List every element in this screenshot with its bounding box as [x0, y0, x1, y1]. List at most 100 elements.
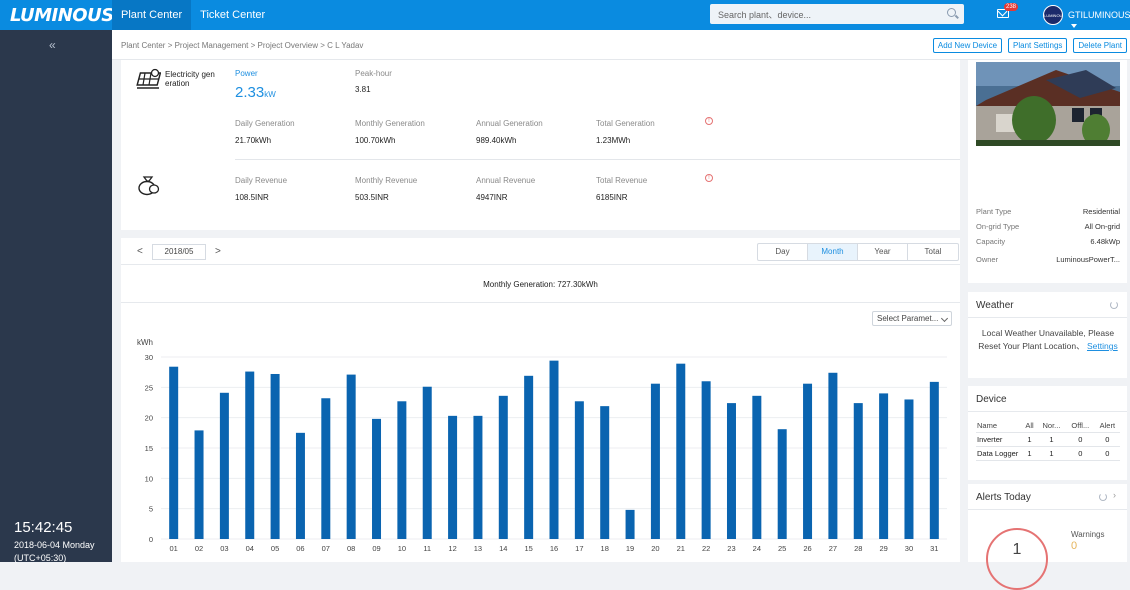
- avatar[interactable]: LUMINOUS Silver: [1043, 5, 1063, 25]
- info-icon[interactable]: !: [705, 117, 713, 125]
- bar: [676, 363, 686, 539]
- x-tick-label: 15: [524, 544, 532, 553]
- divider: [121, 264, 960, 265]
- chevron-right-icon[interactable]: ›: [1113, 490, 1116, 500]
- x-tick-label: 09: [372, 544, 380, 553]
- x-tick-label: 06: [296, 544, 304, 553]
- bar: [473, 415, 483, 539]
- x-tick-label: 30: [905, 544, 913, 553]
- x-tick-label: 02: [195, 544, 203, 553]
- refresh-icon[interactable]: [1110, 301, 1118, 309]
- tab-day[interactable]: Day: [758, 244, 808, 260]
- x-tick-label: 12: [448, 544, 456, 553]
- refresh-icon[interactable]: [1099, 493, 1107, 501]
- total-generation-value: 1.23MWh: [596, 136, 631, 145]
- chart-card: < 2018/05 > Day Month Year Total Monthly…: [121, 238, 960, 562]
- bar: [549, 360, 559, 539]
- annual-revenue-label: Annual Revenue: [476, 176, 536, 185]
- brand-logo[interactable]: LUMINOUS: [0, 0, 114, 30]
- table-row[interactable]: Data Logger 1 1 0 0: [976, 446, 1120, 461]
- table-cell: 0: [1094, 432, 1120, 447]
- bar: [600, 406, 610, 539]
- search-placeholder: Search plant、device...: [718, 9, 812, 20]
- bar: [929, 381, 939, 539]
- device-table-header-cell: Name: [976, 419, 1022, 433]
- y-tick-label: 25: [145, 383, 153, 392]
- generation-card: Electricity gen eration Power 2.33kW Pea…: [121, 60, 960, 230]
- bar: [879, 393, 889, 539]
- y-axis-label: kWh: [137, 338, 153, 347]
- x-tick-label: 27: [829, 544, 837, 553]
- bar: [524, 375, 534, 539]
- peak-hour-value: 3.81: [355, 85, 371, 94]
- tab-month[interactable]: Month: [808, 244, 858, 260]
- daily-revenue-label: Daily Revenue: [235, 176, 288, 185]
- bar: [245, 371, 255, 539]
- bar: [270, 373, 280, 539]
- bar: [904, 399, 914, 539]
- x-tick-label: 14: [499, 544, 507, 553]
- tab-total[interactable]: Total: [908, 244, 958, 260]
- power-value: 2.33kW: [235, 84, 276, 101]
- plant-settings-button[interactable]: Plant Settings: [1008, 38, 1068, 53]
- total-revenue-value: 6185INR: [596, 193, 628, 202]
- power-label: Power: [235, 69, 258, 78]
- bar: [574, 401, 584, 539]
- search-input[interactable]: Search plant、device...: [710, 4, 964, 24]
- settings-link[interactable]: Settings: [1087, 341, 1118, 351]
- user-menu[interactable]: GTILUMINOUS: [1068, 10, 1130, 30]
- plant-photo[interactable]: [976, 62, 1120, 146]
- total-revenue-label: Total Revenue: [596, 176, 648, 185]
- divider: [121, 302, 960, 303]
- x-tick-label: 19: [626, 544, 634, 553]
- add-device-button[interactable]: Add New Device: [932, 38, 1003, 53]
- solar-panel-icon: [136, 68, 161, 89]
- x-tick-label: 29: [879, 544, 887, 553]
- prev-month-icon[interactable]: <: [137, 246, 143, 257]
- info-icon[interactable]: !: [705, 174, 713, 182]
- breadcrumb-bar: Plant Center > Project Management > Proj…: [112, 30, 1130, 60]
- tab-year[interactable]: Year: [858, 244, 908, 260]
- clock-date: 2018-06-04 Monday: [14, 540, 95, 550]
- breadcrumb[interactable]: Plant Center > Project Management > Proj…: [121, 41, 363, 50]
- weather-message: Local Weather Unavailable, Please Reset …: [978, 328, 1118, 351]
- x-tick-label: 20: [651, 544, 659, 553]
- weather-title: Weather: [968, 292, 1127, 318]
- top-bar: LUMINOUS Plant Center Ticket Center Sear…: [0, 0, 1130, 30]
- device-table-header: Name All Nor... Offl... Alert: [976, 419, 1120, 433]
- bar: [295, 432, 305, 539]
- nav-ticket-center[interactable]: Ticket Center: [191, 0, 274, 30]
- divider: [235, 159, 960, 160]
- weather-card: Weather Local Weather Unavailable, Pleas…: [968, 292, 1127, 378]
- mail-badge: 238: [1004, 3, 1019, 11]
- bar: [194, 430, 204, 539]
- table-cell: 0: [1065, 446, 1095, 461]
- delete-plant-button[interactable]: Delete Plant: [1073, 38, 1127, 53]
- collapse-sidebar-icon[interactable]: «: [49, 38, 56, 52]
- device-table: Name All Nor... Offl... Alert Inverter 1 1 0 0 Dat…: [976, 419, 1120, 461]
- next-month-icon[interactable]: >: [215, 246, 221, 257]
- x-tick-label: 04: [246, 544, 254, 553]
- bar: [219, 392, 229, 539]
- bar: [701, 381, 711, 539]
- alerts-count: 1: [986, 528, 1048, 590]
- parameter-select[interactable]: Select Paramet...: [872, 311, 952, 326]
- x-tick-label: 23: [727, 544, 735, 553]
- month-picker[interactable]: 2018/05: [152, 244, 206, 260]
- search-icon[interactable]: [947, 8, 956, 17]
- y-tick-label: 10: [145, 474, 153, 483]
- x-tick-label: 16: [550, 544, 558, 553]
- grid-type-row: On-grid Type All On-grid: [976, 222, 1120, 231]
- table-cell: 0: [1094, 446, 1120, 461]
- x-tick-label: 11: [423, 544, 431, 553]
- chevron-down-icon: [940, 314, 949, 323]
- x-tick-label: 03: [220, 544, 228, 553]
- table-cell: Data Logger: [976, 446, 1022, 461]
- device-table-header-cell: All: [1022, 419, 1038, 433]
- table-row[interactable]: Inverter 1 1 0 0: [976, 432, 1120, 447]
- x-tick-label: 31: [930, 544, 938, 553]
- annual-generation-label: Annual Generation: [476, 119, 543, 128]
- owner-row: Owner LuminousPowerT...: [976, 255, 1120, 264]
- nav-plant-center[interactable]: Plant Center: [112, 0, 192, 30]
- warnings-value: 0: [1071, 540, 1078, 552]
